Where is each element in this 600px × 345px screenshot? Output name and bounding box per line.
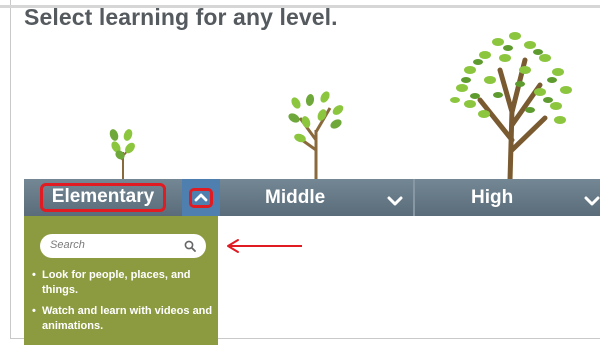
tab-high-label: High bbox=[471, 186, 514, 208]
elementary-dropdown-panel: Search Look for people, places, and thin… bbox=[24, 216, 218, 345]
list-item: Watch and learn with videos and animatio… bbox=[32, 304, 216, 334]
tab-elementary-label: Elementary bbox=[39, 183, 167, 212]
sapling-illustration bbox=[288, 91, 344, 180]
chevron-up-icon bbox=[189, 187, 213, 208]
tab-high[interactable]: High bbox=[415, 179, 600, 216]
growth-trees-illustration bbox=[109, 32, 572, 183]
chevron-down-icon[interactable] bbox=[584, 191, 600, 213]
feature-list: Look for people, places, and things. Wat… bbox=[32, 268, 216, 340]
search-icon[interactable] bbox=[184, 239, 196, 257]
list-item: Look for people, places, and things. bbox=[32, 268, 216, 298]
search-input[interactable]: Search bbox=[40, 234, 206, 258]
chevron-down-icon[interactable] bbox=[387, 191, 403, 213]
search-placeholder: Search bbox=[50, 239, 85, 251]
elementary-collapse-toggle[interactable] bbox=[182, 179, 220, 216]
level-selector-bar: Elementary Middle High bbox=[24, 179, 600, 216]
tree-illustration bbox=[450, 32, 572, 183]
tab-middle[interactable]: Middle bbox=[220, 179, 413, 216]
tab-elementary[interactable]: Elementary bbox=[24, 179, 182, 216]
red-arrow-icon bbox=[227, 239, 302, 253]
tab-middle-label: Middle bbox=[265, 186, 326, 208]
sprout-illustration bbox=[109, 129, 135, 180]
